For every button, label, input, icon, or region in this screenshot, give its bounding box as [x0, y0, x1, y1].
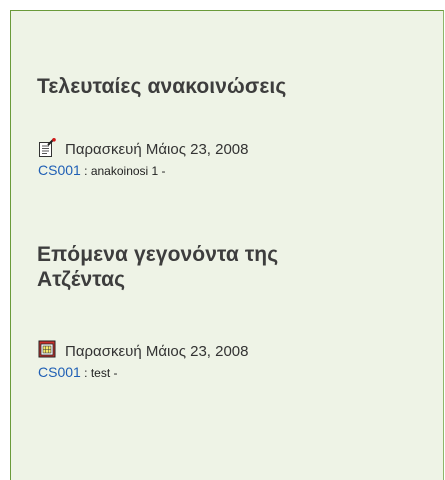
event-date-row: Παρασκευή Μάιος 23, 2008 [38, 338, 249, 360]
latest-announcements-heading: Τελευταίες ανακοινώσεις [37, 75, 287, 98]
event-item: CS001 : test - [38, 364, 118, 381]
announcement-text: anakoinosi 1 - [90, 164, 166, 178]
event-date: Παρασκευή Μάιος 23, 2008 [65, 343, 249, 360]
event-text: test - [90, 366, 118, 380]
announcement-separator: : [80, 164, 91, 178]
announcement-date: Παρασκευή Μάιος 23, 2008 [65, 141, 249, 158]
event-course-link[interactable]: CS001 [38, 364, 81, 380]
announcement-item: CS001 : anakoinosi 1 - [38, 162, 166, 179]
calendar-icon [38, 340, 56, 360]
event-separator: : [80, 366, 91, 380]
upcoming-agenda-events-heading: Επόμενα γεγονόντα της Ατζέντας [37, 243, 279, 291]
announcement-icon [38, 138, 56, 158]
announcement-course-link[interactable]: CS001 [38, 162, 81, 178]
sidebar-panel: Τελευταίες ανακοινώσεις Παρασκευή Μάιος … [10, 10, 444, 480]
announcement-date-row: Παρασκευή Μάιος 23, 2008 [38, 136, 249, 158]
